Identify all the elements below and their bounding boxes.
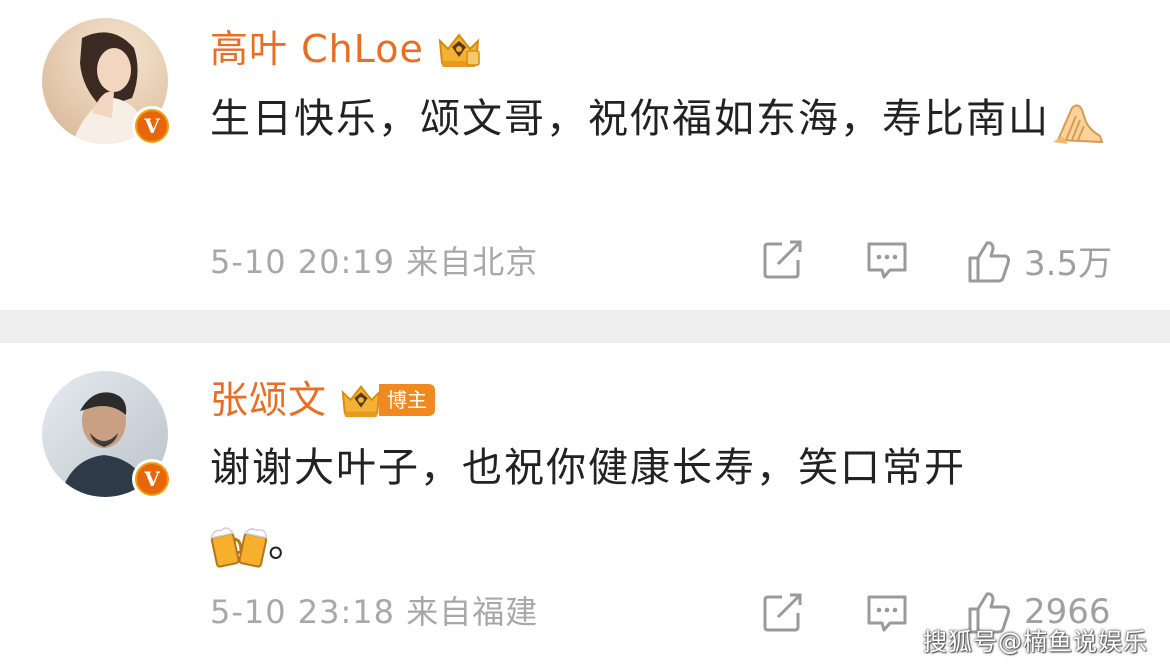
watermark: 搜狐号@楠鱼说娱乐	[923, 628, 1148, 656]
comment-text: 生日快乐，颂文哥，祝你福如东海，寿比南山	[210, 82, 1110, 157]
folded-hands-emoji	[1053, 104, 1104, 144]
comment-item: V 张颂文 博主 谢谢大叶子，也祝你健康长寿，笑口常开 。 5-10 23:18…	[0, 343, 1170, 669]
repost-icon	[763, 593, 802, 632]
comment-time: 23:18	[297, 593, 396, 631]
username-row: 高叶 ChLoe	[210, 24, 484, 74]
like-icon	[968, 240, 1011, 282]
comment-date: 5-10	[210, 243, 287, 281]
comment-icon	[867, 242, 907, 279]
comment-meta: 5-10 23:18 来自福建	[210, 592, 538, 632]
username[interactable]: 高叶 ChLoe	[210, 24, 424, 74]
crown-badge-icon	[341, 385, 381, 418]
comment-trailing: 。	[268, 520, 310, 566]
like-button[interactable]: 3.5万	[966, 236, 1112, 285]
comment-icon	[867, 595, 907, 632]
verified-v-icon: V	[132, 459, 172, 499]
comment-button[interactable]	[864, 589, 910, 635]
comment-location: 来自北京	[406, 243, 539, 281]
clinking-beer-mugs-emoji	[210, 527, 268, 568]
username-row: 张颂文 博主	[210, 375, 436, 425]
comment-page: V 高叶 ChLoe 生日快乐，颂文哥，祝你福如东海，寿比南山 5-10 20:…	[0, 0, 1170, 669]
comment-button[interactable]	[864, 236, 910, 282]
comment-meta: 5-10 20:19 来自北京	[210, 242, 538, 282]
username[interactable]: 张颂文	[210, 375, 327, 425]
comment-date: 5-10	[210, 593, 287, 631]
comment-location: 来自福建	[406, 593, 539, 631]
repost-button[interactable]	[760, 236, 806, 282]
comment-time: 20:19	[297, 243, 396, 281]
avatar[interactable]: V	[42, 18, 172, 146]
blogger-tag: 博主	[337, 380, 436, 420]
comment-text: 谢谢大叶子，也祝你健康长寿，笑口常开 。	[210, 431, 1110, 581]
avatar[interactable]: V	[42, 371, 172, 499]
verified-v-icon: V	[132, 106, 172, 146]
repost-icon	[763, 240, 802, 279]
comment-divider	[0, 310, 1170, 343]
comment-item: V 高叶 ChLoe 生日快乐，颂文哥，祝你福如东海，寿比南山 5-10 20:…	[0, 0, 1170, 310]
blogger-label: 博主	[379, 384, 436, 416]
like-count: 3.5万	[1024, 244, 1113, 284]
crown-badge-icon	[438, 33, 480, 67]
repost-button[interactable]	[760, 589, 806, 635]
